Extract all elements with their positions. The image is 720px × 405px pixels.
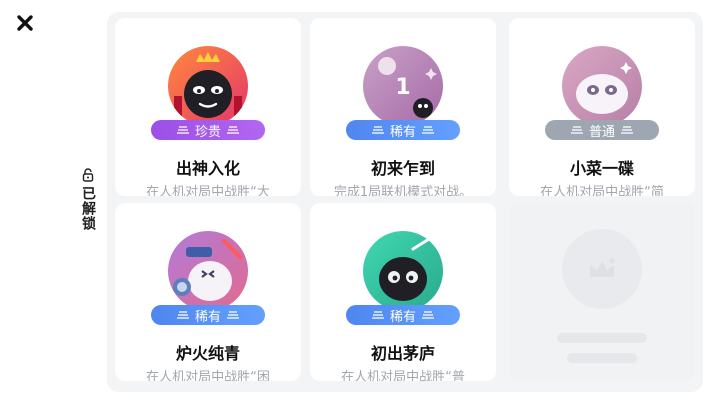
rarity-bars-icon: [227, 311, 239, 319]
crown-icon: [590, 257, 616, 277]
rarity-bars-icon: [422, 126, 434, 134]
rarity-label: 珍贵: [194, 124, 221, 140]
achievement-desc: 在人机对局中战胜“大师”难度AI: [146, 185, 270, 196]
close-button[interactable]: [14, 12, 36, 34]
rarity-badge: 稀有: [346, 305, 460, 325]
achievement-desc: 在人机对局中战胜“困难”难度AI: [146, 370, 270, 381]
achievement-card-1[interactable]: 珍贵 出神入化 在人机对局中战胜“大师”难度AI: [115, 18, 301, 196]
rarity-badge: 普通: [545, 120, 659, 140]
rarity-bars-icon: [371, 311, 384, 319]
achievement-avatar-normal: [363, 231, 443, 311]
rarity-bars-icon: [227, 126, 239, 134]
placeholder-avatar: [562, 229, 642, 309]
rarity-bars-icon: [621, 126, 633, 134]
close-icon: [17, 15, 33, 31]
rarity-bars-icon: [422, 311, 434, 319]
svg-text:1: 1: [395, 75, 410, 100]
rarity-bars-icon: [371, 126, 384, 134]
achievement-card-placeholder: [509, 203, 695, 381]
achievement-grid: 珍贵 出神入化 在人机对局中战胜“大师”难度AI 1: [107, 12, 703, 392]
rarity-badge: 珍贵: [151, 120, 265, 140]
achievement-avatar-hard: [168, 231, 248, 311]
achievement-card-4[interactable]: 稀有 炉火纯青 在人机对局中战胜“困难”难度AI: [115, 203, 301, 381]
achievement-avatar-master: [168, 46, 248, 126]
achievement-title: 出神入化: [175, 159, 240, 178]
rarity-label: 普通: [588, 124, 615, 140]
achievement-desc: 完成1局联机模式对战。: [333, 185, 473, 196]
unlocked-tab-label: 已解锁: [80, 186, 96, 231]
unlocked-tab[interactable]: 已解锁: [78, 168, 98, 231]
achievement-desc: 在人机对局中战胜“普通”难度AI: [341, 370, 465, 381]
rarity-bars-icon: [176, 126, 189, 134]
rarity-bars-icon: [570, 126, 583, 134]
rarity-label: 稀有: [389, 124, 416, 140]
rarity-bars-icon: [176, 311, 189, 319]
achievement-card-2[interactable]: 1 稀有 初来乍到 完成1局联机模式对战。: [310, 18, 496, 196]
placeholder-title-bar: [557, 333, 647, 343]
placeholder-desc-bar: [567, 353, 637, 363]
unlock-icon: [82, 168, 94, 182]
rarity-label: 稀有: [389, 309, 416, 325]
achievement-card-3[interactable]: 普通 小菜一碟 在人机对局中战胜“简单”难度AI: [509, 18, 695, 196]
rarity-label: 稀有: [194, 309, 221, 325]
achievement-desc: 在人机对局中战胜“简单”难度AI: [540, 185, 664, 196]
achievement-avatar-first-match: 1: [363, 46, 443, 126]
achievement-title: 小菜一碟: [569, 159, 634, 178]
achievement-title: 初出茅庐: [370, 344, 435, 363]
achievement-title: 炉火纯青: [175, 344, 240, 363]
achievement-card-5[interactable]: 稀有 初出茅庐 在人机对局中战胜“普通”难度AI: [310, 203, 496, 381]
rarity-badge: 稀有: [346, 120, 460, 140]
achievement-title: 初来乍到: [370, 159, 435, 178]
achievement-avatar-easy: [562, 46, 642, 126]
rarity-badge: 稀有: [151, 305, 265, 325]
